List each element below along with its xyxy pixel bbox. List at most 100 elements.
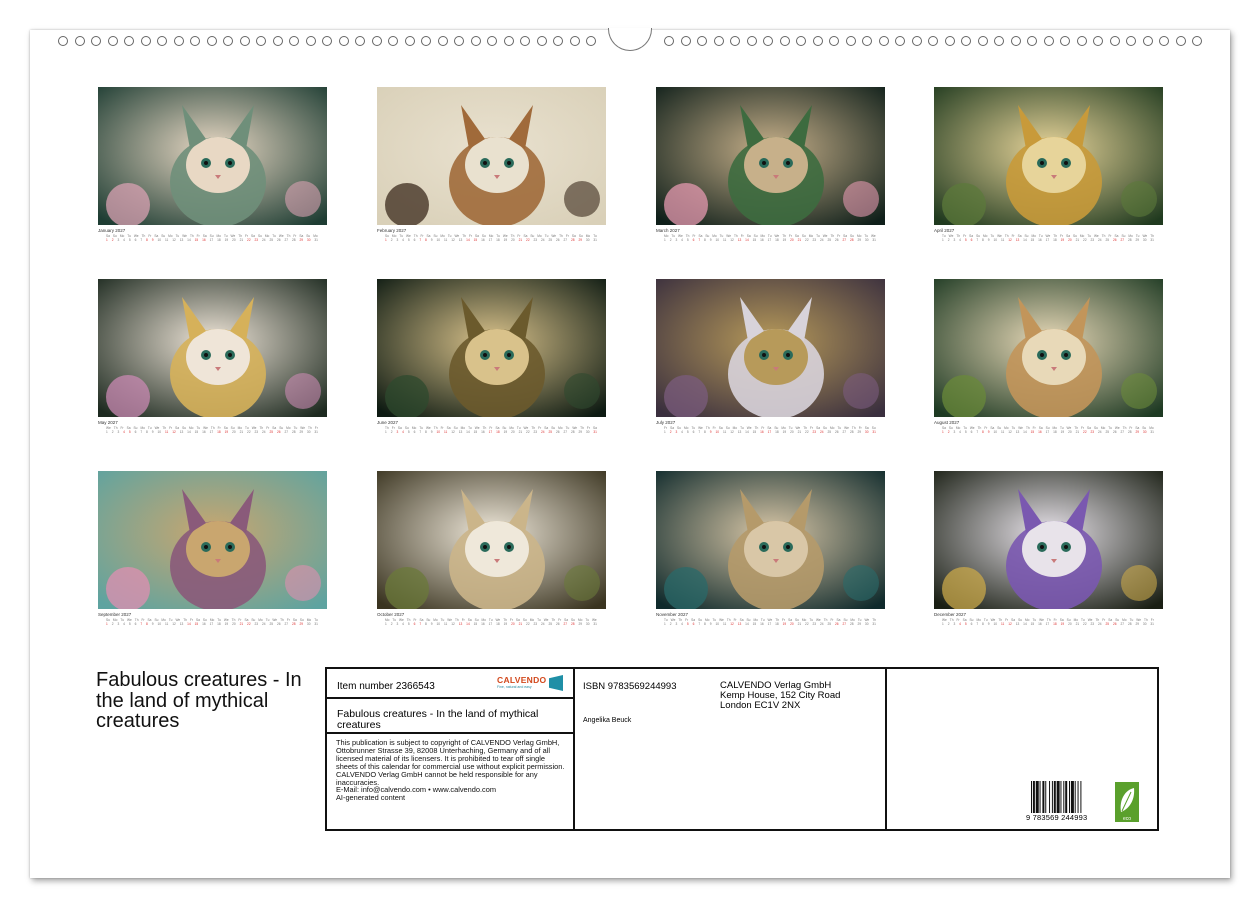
eco-label: eco bbox=[1123, 816, 1131, 822]
month-artwork bbox=[377, 279, 606, 417]
ring-hole bbox=[173, 36, 184, 46]
month-august: August 2027 Sa Su Mo Tu We Th Fr Sa Su Mo Tu We Th Fr… bbox=[934, 279, 1163, 434]
ring-hole bbox=[977, 36, 988, 46]
ring-hole bbox=[124, 36, 134, 46]
month-april: April 2027 Tu We Th Fr Sa Su Mo Tu We Th Fr Sa Su Mo T… bbox=[934, 87, 1163, 242]
ring-hole bbox=[272, 36, 283, 46]
day-number-row: 1 2 3 4 5 6 7 8 9 10 11 12 13 14 15 16 17 18 19 20 21 22 23 24 2… bbox=[664, 622, 876, 626]
day-number-row: 1 2 3 4 5 6 7 8 9 10 11 12 13 14 15 16 17 18 19 20 21 22 23 24 2… bbox=[106, 430, 318, 434]
ring-hole bbox=[1109, 36, 1120, 46]
isbn: ISBN 9783569244993 bbox=[583, 681, 677, 692]
binding-rings-right bbox=[664, 34, 1202, 48]
publisher-city: London EC1V 2NX bbox=[720, 700, 801, 711]
ring-hole bbox=[746, 36, 757, 46]
ring-hole bbox=[520, 36, 530, 46]
ring-hole bbox=[239, 36, 250, 46]
ring-hole bbox=[58, 36, 68, 46]
ring-hole bbox=[1043, 36, 1054, 46]
day-number-row: 1 2 3 4 5 6 7 8 9 10 11 12 13 14 15 16 17 18 19 20 21 22 23 24 2… bbox=[385, 430, 597, 434]
ring-hole bbox=[845, 36, 856, 46]
legal-text: This publication is subject to copyright… bbox=[336, 738, 565, 787]
month-artwork bbox=[98, 87, 327, 225]
ring-hole bbox=[157, 36, 167, 46]
ring-hole bbox=[437, 36, 448, 46]
ring-hole bbox=[1093, 36, 1103, 46]
product-title-row: Fabulous creatures - In the land of myth… bbox=[327, 699, 573, 734]
ring-hole bbox=[796, 36, 806, 46]
ring-hole bbox=[470, 36, 481, 46]
ring-hole bbox=[503, 36, 514, 46]
ring-hole bbox=[388, 36, 398, 46]
day-number-row: 1 2 3 4 5 6 7 8 9 10 11 12 13 14 15 16 17 18 19 20 21 22 23 24 2… bbox=[664, 430, 876, 434]
month-artwork bbox=[98, 279, 327, 417]
ring-hole bbox=[206, 36, 217, 46]
calvendo-logo: CALVENDO Fine, natural and easy bbox=[497, 675, 563, 695]
publisher-column: ISBN 9783569244993 CALVENDO Verlag GmbH … bbox=[575, 669, 887, 829]
ring-hole bbox=[779, 36, 790, 46]
ring-hole bbox=[697, 36, 707, 46]
month-september: September 2027 Su Mo Tu We Th Fr Sa Su Mo Tu We Th F… bbox=[98, 471, 327, 626]
ring-hole bbox=[862, 36, 872, 46]
day-number-row: 1 2 3 4 5 6 7 8 9 10 11 12 13 14 15 16 17 18 19 20 21 22 23 24 2… bbox=[942, 622, 1154, 626]
item-number: Item number 2366543 bbox=[337, 681, 435, 692]
ring-hole bbox=[763, 36, 773, 46]
legal-notice: This publication is subject to copyright… bbox=[336, 739, 568, 802]
ring-hole bbox=[586, 36, 596, 46]
month-artwork bbox=[377, 87, 606, 225]
ring-hole bbox=[107, 36, 118, 46]
month-artwork bbox=[98, 471, 327, 609]
ring-hole bbox=[190, 36, 200, 46]
ring-hole bbox=[454, 36, 464, 46]
ring-hole bbox=[569, 36, 580, 46]
ring-hole bbox=[1175, 36, 1186, 46]
ring-hole bbox=[1126, 36, 1136, 46]
ring-hole bbox=[1159, 36, 1169, 46]
day-number-row: 1 2 3 4 5 6 7 8 9 10 11 12 13 14 15 16 17 18 19 20 21 22 23 24 2… bbox=[942, 430, 1154, 434]
ring-hole bbox=[74, 36, 85, 46]
ring-hole bbox=[256, 36, 266, 46]
ring-hole bbox=[1142, 36, 1153, 46]
barcode-digits: 9 783569 244993 bbox=[1026, 813, 1088, 822]
binding-rings-left bbox=[58, 34, 596, 48]
month-january: January 2027 Sa Su Mo Tu We Th Fr Sa Su Mo Tu We Th F… bbox=[98, 87, 327, 242]
ring-hole bbox=[223, 36, 233, 46]
month-may: May 2027 We Th Fr Sa Su Mo Tu We Th Fr Sa Su Mo Tu We T… bbox=[98, 279, 327, 434]
month-artwork bbox=[934, 279, 1163, 417]
item-number-row: Item number 2366543 CALVENDO Fine, natur… bbox=[327, 669, 573, 699]
day-number-row: 1 2 3 4 5 6 7 8 9 10 11 12 13 14 15 16 17 18 19 20 21 22 23 24 2… bbox=[942, 238, 1154, 242]
month-december: December 2027 We Th Fr Sa Su Mo Tu We Th Fr Sa Su Mo… bbox=[934, 471, 1163, 626]
ring-hole bbox=[91, 36, 101, 46]
leaf-icon: eco bbox=[1115, 782, 1139, 822]
ring-hole bbox=[1076, 36, 1087, 46]
month-june: June 2027 Th Fr Sa Su Mo Tu We Th Fr Sa Su Mo Tu We Th… bbox=[377, 279, 606, 434]
ring-hole bbox=[878, 36, 889, 46]
day-number-row: 1 2 3 4 5 6 7 8 9 10 11 12 13 14 15 16 17 18 19 20 21 22 23 24 2… bbox=[385, 622, 597, 626]
month-artwork bbox=[377, 471, 606, 609]
ring-hole bbox=[928, 36, 938, 46]
month-artwork bbox=[934, 471, 1163, 609]
ring-hole bbox=[1192, 36, 1202, 46]
month-november: November 2027 Tu We Th Fr Sa Su Mo Tu We Th Fr Sa Su… bbox=[656, 471, 885, 626]
month-artwork bbox=[656, 87, 885, 225]
month-february: February 2027 Su Mo Tu We Th Fr Sa Su Mo Tu We Th Fr… bbox=[377, 87, 606, 242]
publisher-address: CALVENDO Verlag GmbH Kemp House, 152 Cit… bbox=[720, 681, 840, 711]
ring-hole bbox=[404, 36, 415, 46]
ring-hole bbox=[305, 36, 316, 46]
ring-hole bbox=[487, 36, 497, 46]
month-october: October 2027 Mo Tu We Th Fr Sa Su Mo Tu We Th Fr Sa S… bbox=[377, 471, 606, 626]
ring-hole bbox=[553, 36, 563, 46]
month-artwork bbox=[656, 279, 885, 417]
day-number-row: 1 2 3 4 5 6 7 8 9 10 11 12 13 14 15 16 17 18 19 20 21 22 23 24 2… bbox=[385, 238, 597, 242]
ring-hole bbox=[730, 36, 740, 46]
ring-hole bbox=[895, 36, 905, 46]
day-number-row: 1 2 3 4 5 6 7 8 9 10 11 12 13 14 15 16 17 18 19 20 21 22 23 24 2… bbox=[106, 238, 318, 242]
ring-hole bbox=[140, 36, 151, 46]
ring-hole bbox=[338, 36, 349, 46]
month-march: March 2027 Mo Tu We Th Fr Sa Su Mo Tu We Th Fr Sa Su M… bbox=[656, 87, 885, 242]
month-artwork bbox=[934, 87, 1163, 225]
ring-hole bbox=[680, 36, 691, 46]
author: Angelika Beuck bbox=[583, 717, 632, 724]
day-number-row: 1 2 3 4 5 6 7 8 9 10 11 12 13 14 15 16 17 18 19 20 21 22 23 24 2… bbox=[664, 238, 876, 242]
ring-hole bbox=[355, 36, 365, 46]
ring-hole bbox=[421, 36, 431, 46]
